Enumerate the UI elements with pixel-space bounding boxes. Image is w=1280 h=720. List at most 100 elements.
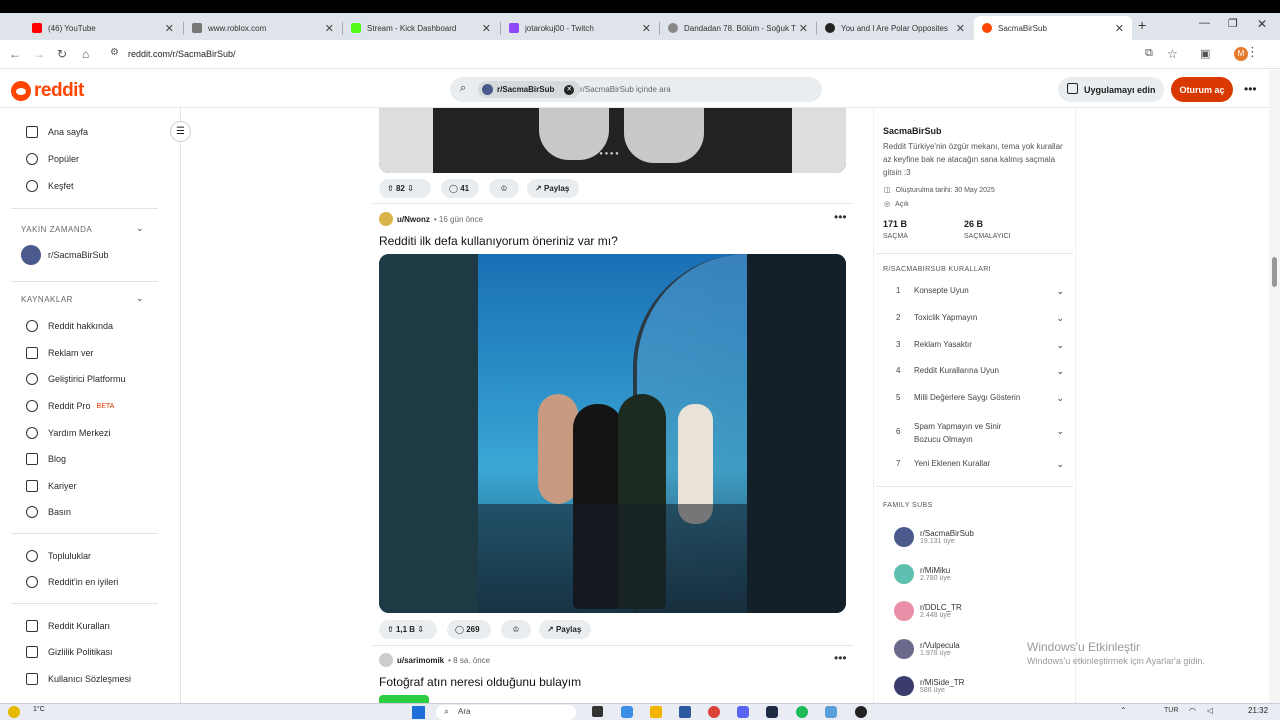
page-scrollbar[interactable] bbox=[1269, 70, 1280, 703]
upvote-icon[interactable]: ⇧ bbox=[387, 625, 394, 634]
close-icon[interactable]: ✕ bbox=[1115, 22, 1124, 35]
login-button[interactable]: Oturum aç bbox=[1171, 77, 1233, 102]
install-icon[interactable]: ⧉ bbox=[1145, 47, 1153, 60]
rule-item[interactable]: 2 Toxiclik Yapmayın ⌄ bbox=[896, 313, 1064, 323]
vote-button[interactable]: ⇧ 1,1 B ⇩ bbox=[379, 620, 437, 639]
chevron-down-icon[interactable]: ⌄ bbox=[136, 223, 144, 234]
sidebar-item-sacmabirsub[interactable]: r/SacmaBirSub bbox=[21, 245, 109, 265]
sidebar-item-careers[interactable]: Kariyer bbox=[26, 480, 77, 492]
reload-icon[interactable]: ↻ bbox=[57, 47, 67, 61]
sidebar-item-reddit-pro[interactable]: Reddit Pro BETA bbox=[26, 400, 114, 412]
tab-sacmabirsub[interactable]: SacmaBirSub ✕ bbox=[974, 16, 1132, 40]
reddit-logo[interactable]: reddit bbox=[11, 80, 84, 102]
downvote-icon[interactable]: ⇩ bbox=[417, 625, 424, 634]
family-sub-item[interactable]: r/MiMiku 2.780 üye bbox=[894, 564, 951, 584]
rule-item[interactable]: 3 Reklam Yasaktır ⌄ bbox=[896, 340, 1064, 350]
post-more-icon[interactable]: ••• bbox=[834, 651, 847, 665]
close-icon[interactable]: ✕ bbox=[642, 22, 651, 35]
sidebar-item-popular[interactable]: Popüler bbox=[26, 153, 79, 165]
comments-button[interactable]: ◯ 41 bbox=[441, 179, 479, 198]
rule-item[interactable]: 6 Spam Yapmayın ve Sinir Bozucu Olmayın ⌄ bbox=[896, 420, 1064, 446]
forward-icon[interactable]: → bbox=[33, 47, 45, 61]
restore-icon[interactable]: ❐ bbox=[1228, 17, 1238, 30]
sidebar-item-best-of[interactable]: Reddit'in en iyileri bbox=[26, 576, 118, 588]
sidebar-item-about[interactable]: Reddit hakkında bbox=[26, 320, 113, 332]
downvote-icon[interactable]: ⇩ bbox=[407, 184, 414, 193]
family-sub-item[interactable]: r/Vulpecula 1.978 üye bbox=[894, 639, 960, 659]
sidebar-item-user-agreement[interactable]: Kullanıcı Sözleşmesi bbox=[26, 673, 131, 685]
tab-roblox[interactable]: www.roblox.com ✕ bbox=[184, 16, 342, 40]
volume-icon[interactable]: ◁ bbox=[1207, 706, 1213, 715]
home-icon[interactable]: ⌂ bbox=[82, 47, 89, 61]
sidebar-item-rules[interactable]: Reddit Kuralları bbox=[26, 620, 110, 632]
language-indicator[interactable]: TUR bbox=[1164, 707, 1178, 714]
sidebar-item-press[interactable]: Basın bbox=[26, 506, 71, 518]
wifi-icon[interactable]: ◠ bbox=[1189, 706, 1196, 715]
sidebar-item-explore[interactable]: Keşfet bbox=[26, 180, 74, 192]
rule-item[interactable]: 5 Milli Değerlere Saygı Gösterin ⌄ bbox=[896, 393, 1064, 403]
post-author[interactable]: u/Nwonz • 16 gün önce bbox=[379, 212, 483, 226]
weather-temp[interactable]: 1°C bbox=[33, 706, 45, 713]
rule-item[interactable]: 7 Yeni Eklenen Kurallar ⌄ bbox=[896, 459, 1064, 469]
tab-kick[interactable]: Stream - Kick Dashboard ✕ bbox=[343, 16, 499, 40]
tab-polar[interactable]: You and I Are Polar Opposites ✕ bbox=[817, 16, 973, 40]
close-icon[interactable]: ✕ bbox=[165, 22, 174, 35]
share-button[interactable]: ↗ Paylaş bbox=[539, 620, 591, 639]
post-more-icon[interactable]: ••• bbox=[834, 210, 847, 224]
close-icon[interactable]: ✕ bbox=[956, 22, 965, 35]
store-icon[interactable] bbox=[679, 706, 691, 718]
clear-chip-icon[interactable]: ✕ bbox=[564, 84, 575, 95]
close-icon[interactable]: ✕ bbox=[482, 22, 491, 35]
family-sub-item[interactable]: r/MiSide_TR 586 üye bbox=[894, 676, 964, 696]
carousel-dots[interactable]: ● ● ● ● ● bbox=[594, 151, 619, 157]
upvote-icon[interactable]: ⇧ bbox=[387, 184, 394, 193]
tab-youtube[interactable]: (46) YouTube ✕ bbox=[24, 16, 182, 40]
close-icon[interactable]: ✕ bbox=[799, 22, 808, 35]
sidebar-item-home[interactable]: Ana sayfa bbox=[26, 126, 88, 138]
collapse-sidebar-icon[interactable]: ☰ bbox=[170, 121, 191, 142]
file-explorer-icon[interactable] bbox=[650, 706, 662, 718]
windows-start-icon[interactable] bbox=[412, 706, 425, 719]
more-options-icon[interactable]: ••• bbox=[1244, 82, 1257, 96]
new-tab-icon[interactable]: + bbox=[1138, 17, 1146, 33]
sidebar-item-blog[interactable]: Blog bbox=[26, 453, 66, 465]
spotify-icon[interactable] bbox=[796, 706, 808, 718]
app-icon[interactable] bbox=[766, 706, 778, 718]
chevron-down-icon[interactable]: ⌄ bbox=[136, 293, 144, 304]
search-subreddit-chip[interactable]: r/SacmaBirSub ✕ bbox=[478, 81, 581, 98]
tray-chevron-icon[interactable]: ⌃ bbox=[1120, 706, 1127, 715]
share-button[interactable]: ↗ Paylaş bbox=[527, 179, 579, 198]
family-sub-item[interactable]: r/SacmaBirSub 19.131 üye bbox=[894, 527, 974, 547]
scrollbar-thumb[interactable] bbox=[1272, 257, 1277, 287]
award-button[interactable]: ♔ bbox=[489, 179, 519, 198]
tab-twitch[interactable]: jotarokuj00 - Twitch ✕ bbox=[501, 16, 659, 40]
sidebar-item-advertise[interactable]: Reklam ver bbox=[26, 347, 94, 359]
post-author[interactable]: u/sarimomik • 8 sa. önce bbox=[379, 653, 490, 667]
sidebar-item-privacy[interactable]: Gizlilik Politikası bbox=[26, 646, 113, 658]
url-field[interactable]: reddit.com/r/SacmaBirSub/ bbox=[128, 49, 236, 59]
family-sub-item[interactable]: r/DDLC_TR 2.448 üye bbox=[894, 601, 962, 621]
close-icon[interactable]: ✕ bbox=[325, 22, 334, 35]
menu-icon[interactable]: ⋮ bbox=[1246, 44, 1259, 60]
post-image[interactable]: ● ● ● ● ● bbox=[379, 108, 846, 173]
get-app-button[interactable]: Uygulamayı edin bbox=[1058, 77, 1164, 102]
tab-dandadan[interactable]: Dandadan 78. Bölüm - Soğuk T ✕ bbox=[660, 16, 816, 40]
chrome-icon[interactable] bbox=[708, 706, 720, 718]
clock[interactable]: 21:32 bbox=[1248, 706, 1268, 715]
discord-icon[interactable] bbox=[737, 706, 749, 718]
back-icon[interactable]: ← bbox=[9, 47, 21, 61]
bookmark-star-icon[interactable]: ☆ bbox=[1167, 47, 1178, 61]
post-title[interactable]: Fotoğraf atın neresi olduğunu bulayım bbox=[379, 675, 581, 689]
rule-item[interactable]: 1 Konsepte Uyun ⌄ bbox=[896, 286, 1064, 296]
sidebar-item-help[interactable]: Yardım Merkezi bbox=[26, 427, 110, 439]
app-icon[interactable] bbox=[855, 706, 867, 718]
post-image[interactable] bbox=[379, 254, 846, 613]
window-close-icon[interactable]: ✕ bbox=[1257, 17, 1267, 31]
resources-header[interactable]: KAYNAKLAR bbox=[21, 295, 73, 304]
rule-item[interactable]: 4 Reddit Kurallarına Uyun ⌄ bbox=[896, 366, 1064, 376]
site-info-icon[interactable]: ⚙ bbox=[110, 47, 119, 58]
copilot-icon[interactable] bbox=[621, 706, 633, 718]
weather-icon[interactable] bbox=[8, 706, 20, 718]
taskbar-search[interactable]: ⌕ Ara bbox=[436, 705, 576, 720]
task-view-icon[interactable] bbox=[592, 706, 603, 717]
